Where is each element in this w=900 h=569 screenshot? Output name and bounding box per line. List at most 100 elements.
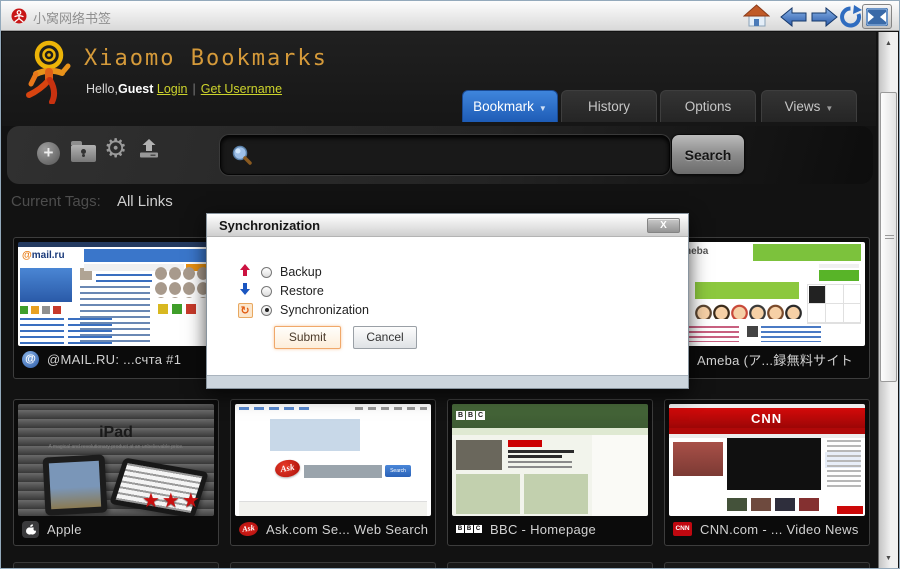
private-folder-icon[interactable]	[71, 145, 96, 162]
bbc-letter: B	[465, 525, 473, 533]
link-separator: |	[192, 82, 195, 96]
apple-site-icon	[22, 521, 39, 538]
ask-thumbnail: Ask Search	[235, 404, 431, 516]
bookmark-card-mailru[interactable]: @mail.ru @ @MAIL.RU: ...счта #1	[13, 237, 219, 379]
ask-search-button: Search	[385, 465, 411, 477]
bookmark-title: @MAIL.RU: ...счта #1	[47, 352, 181, 367]
dialog-header: Synchronization X	[207, 214, 688, 237]
option-restore[interactable]: Restore	[237, 282, 324, 300]
greeting-line: Hello,Guest Login | Get Username	[86, 82, 282, 96]
option-label: Backup	[280, 265, 322, 279]
tab-bookmark[interactable]: Bookmark ▼	[462, 90, 558, 122]
option-backup[interactable]: Backup	[237, 263, 322, 281]
chevron-down-icon: ▼	[539, 104, 547, 113]
bookmark-caption: Ask Ask.com Se... Web Search	[235, 516, 431, 542]
mailru-avatar-grid	[154, 266, 212, 298]
app-logo-icon	[11, 8, 27, 24]
sync-icon: ↻	[237, 301, 253, 319]
apple-thumbnail: iPad A magical and revolutionary product…	[18, 404, 214, 516]
restore-radio[interactable]	[261, 286, 272, 297]
ameba-panda-grid	[807, 284, 861, 324]
ipad-heading: iPad	[18, 424, 214, 442]
back-arrow-icon[interactable]	[780, 7, 807, 27]
mailru-domain: mail.ru	[32, 250, 65, 261]
tab-views[interactable]: Views▼	[761, 90, 857, 122]
tab-history[interactable]: History	[561, 90, 657, 122]
bbc-letter: C	[476, 411, 485, 420]
close-icon[interactable]: X	[647, 218, 680, 233]
ameba-thumbnail: Ameba	[669, 242, 865, 346]
bookmark-title: BBC - Homepage	[490, 522, 596, 537]
ask-logo: Ask	[274, 458, 302, 479]
cnn-logo: CNN	[751, 411, 782, 426]
partial-card-top	[230, 562, 436, 569]
app-header: Xiaomo Bookmarks Hello,Guest Login | Get U…	[2, 32, 876, 126]
bbc-letter: C	[474, 525, 482, 533]
search-button[interactable]: Search	[671, 134, 745, 175]
option-synchronization[interactable]: ↻ Synchronization	[237, 301, 369, 319]
scrollbar-grip	[885, 235, 894, 241]
upload-icon[interactable]	[139, 139, 159, 159]
bbc-logo-blocks: BBC	[456, 411, 485, 420]
synchronization-dialog: Synchronization X Backup Restore ↻ Synch…	[206, 213, 689, 389]
cancel-button[interactable]: Cancel	[353, 326, 417, 349]
ask-site-icon: Ask	[238, 521, 259, 538]
bbc-thumbnail: BBC	[452, 404, 648, 516]
bookmark-title: CNN.com - ... Video News	[700, 522, 859, 537]
ipad-device-front	[43, 454, 108, 515]
bbc-letter: B	[466, 411, 475, 420]
bookmark-card-bbc[interactable]: BBC BBC BBC - Homepage	[447, 399, 653, 546]
scroll-up-icon[interactable]: ▲	[879, 36, 898, 52]
home-icon[interactable]	[743, 4, 770, 28]
compact-view-button[interactable]	[862, 4, 892, 29]
partial-card-top	[447, 562, 653, 569]
search-input[interactable]	[261, 140, 659, 170]
chevron-down-icon: ▼	[825, 104, 833, 113]
mailru-logo-text: @mail.ru	[22, 250, 65, 261]
xiaomo-logo-icon	[22, 40, 76, 104]
mailru-thumbnail: @mail.ru	[18, 242, 214, 346]
settings-gear-icon[interactable]: ⚙	[104, 135, 127, 161]
mailru-site-icon: @	[22, 351, 39, 368]
rating-stars-icon: ★★★	[142, 488, 202, 513]
backup-radio[interactable]	[261, 267, 272, 278]
current-tags-value[interactable]: All Links	[117, 193, 173, 210]
bbc-site-icon: BBC	[456, 525, 482, 533]
bookmark-title: Ameba (ア...録無料サイト	[697, 350, 853, 369]
username: Guest	[118, 82, 153, 96]
scrollbar-thumb[interactable]	[880, 92, 897, 382]
submit-button[interactable]: Submit	[274, 326, 341, 349]
bookmark-card-ameba[interactable]: Ameba a Ameba (ア...録無料サイト	[664, 237, 870, 379]
forward-arrow-icon[interactable]	[811, 7, 838, 27]
ipad-tagline: A magical and revolutionary product at a…	[18, 444, 214, 450]
option-label: Restore	[280, 284, 324, 298]
partial-card-top	[13, 562, 219, 569]
search-box	[220, 135, 670, 175]
tab-options[interactable]: Options	[660, 90, 756, 122]
tab-label: Bookmark	[473, 99, 534, 114]
synchronization-radio[interactable]	[261, 305, 272, 316]
compact-view-icon	[866, 8, 888, 26]
bookmark-card-ask[interactable]: Ask Search Ask Ask.com Se... Web Search	[230, 399, 436, 546]
greeting-text: Hello,	[86, 82, 118, 96]
ipad-screen	[49, 461, 101, 510]
dialog-footer	[207, 375, 688, 388]
scroll-down-icon[interactable]: ▼	[879, 551, 898, 567]
bookmark-card-cnn[interactable]: CNN CNN CNN.com - ... Video News	[664, 399, 870, 546]
up-arrow-icon	[237, 263, 253, 282]
login-link[interactable]: Login	[157, 82, 188, 96]
toolbar: ⚙ Search	[7, 126, 873, 184]
down-arrow-icon	[237, 282, 253, 301]
get-username-link[interactable]: Get Username	[201, 82, 282, 96]
search-icon	[231, 144, 253, 166]
bookmark-card-apple[interactable]: iPad A magical and revolutionary product…	[13, 399, 219, 546]
add-bookmark-icon[interactable]	[37, 142, 60, 165]
bookmark-caption: CNN CNN.com - ... Video News	[669, 516, 865, 542]
bbc-letter: B	[456, 411, 465, 420]
app-title: Xiaomo Bookmarks	[84, 46, 328, 71]
vertical-scrollbar: ▲ ▼	[878, 32, 898, 569]
bookmark-caption: BBC BBC - Homepage	[452, 516, 648, 542]
refresh-icon[interactable]	[838, 4, 863, 29]
cnn-thumbnail: CNN	[669, 404, 865, 516]
bookmark-title: Ask.com Se... Web Search	[266, 522, 428, 537]
